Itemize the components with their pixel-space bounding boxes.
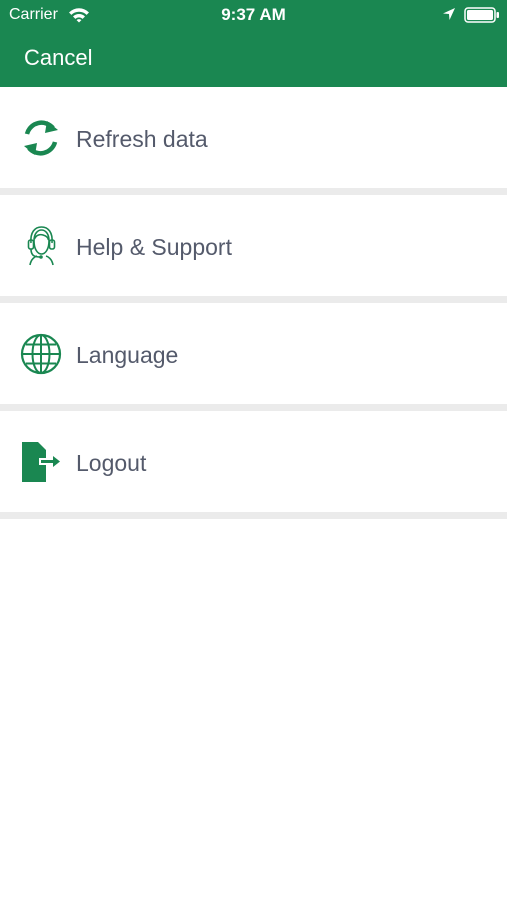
logout-icon bbox=[22, 442, 60, 482]
menu-item-label: Help & Support bbox=[76, 234, 232, 260]
navigation-header: Carrier 9:37 AM Cancel bbox=[0, 0, 507, 87]
settings-menu: Refresh data Help & Support Language Log… bbox=[0, 87, 507, 519]
status-time: 9:37 AM bbox=[221, 5, 286, 24]
menu-item-logout[interactable]: Logout bbox=[0, 411, 507, 519]
menu-item-language[interactable]: Language bbox=[0, 303, 507, 411]
menu-item-label: Logout bbox=[76, 450, 147, 476]
status-bar: Carrier 9:37 AM bbox=[0, 0, 507, 30]
menu-item-label: Language bbox=[76, 342, 179, 368]
battery-icon bbox=[464, 7, 499, 23]
menu-item-label: Refresh data bbox=[76, 126, 208, 152]
refresh-icon bbox=[24, 120, 58, 156]
location-arrow-icon bbox=[443, 8, 455, 20]
headset-icon bbox=[27, 226, 56, 266]
globe-icon bbox=[20, 333, 62, 375]
menu-item-refresh-data[interactable]: Refresh data bbox=[0, 87, 507, 195]
menu-item-help-support[interactable]: Help & Support bbox=[0, 195, 507, 303]
cancel-button[interactable]: Cancel bbox=[24, 45, 92, 71]
